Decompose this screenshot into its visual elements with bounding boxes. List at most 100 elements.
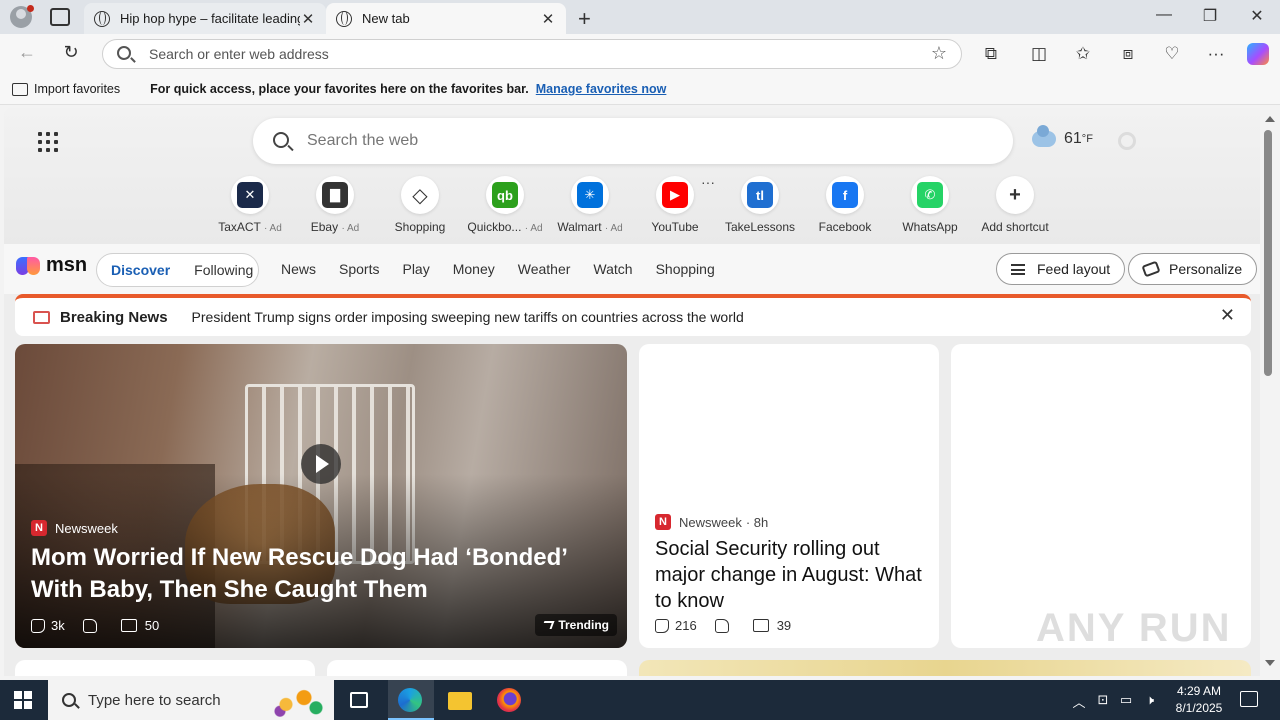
volume-icon[interactable]: 🕨 [1141,692,1159,708]
newsweek-logo-icon: N [655,514,671,530]
comments-button[interactable]: 50 [120,618,159,633]
nav-watch[interactable]: Watch [593,261,632,277]
network-icon[interactable]: ▭ [1117,692,1135,708]
nav-news[interactable]: News [281,261,316,277]
msn-logo[interactable]: msn [16,254,87,277]
shortcut-label: Quickbo... · Ad [462,220,548,234]
feed-layout-button[interactable]: Feed layout [996,253,1126,285]
shortcut-taxact[interactable]: ✕ TaxACT · Ad [207,176,293,234]
task-view-icon[interactable] [350,692,368,708]
tab-actions-icon[interactable] [50,8,70,26]
new-tab-plus-icon[interactable]: + [578,6,598,32]
news-card-stub[interactable] [327,660,627,676]
back-arrow-icon[interactable]: ← [14,42,40,63]
shortcut-label: Facebook [802,220,888,234]
dislike-button[interactable] [714,618,735,633]
notification-center-icon[interactable] [1240,691,1258,707]
comments-button[interactable]: 39 [752,618,791,633]
breaking-news-banner[interactable]: Breaking News President Trump signs orde… [15,294,1251,336]
news-card-social-security[interactable]: N Newsweek · 8h Social Security rolling … [639,344,939,648]
sign-in-button[interactable] [1176,132,1180,148]
nav-money[interactable]: Money [453,261,495,277]
close-banner-icon[interactable]: ✕ [1220,305,1235,326]
hero-news-card[interactable]: N Newsweek Mom Worried If New Rescue Dog… [15,344,627,648]
youtube-icon: ▶ [662,182,688,208]
web-search-box[interactable] [253,118,1013,164]
shortcut-walmart[interactable]: ✳ Walmart · Ad [547,176,633,234]
edge-browser-icon[interactable] [398,688,422,712]
taskbar-search-box[interactable]: Type here to search [48,680,334,720]
shortcut-facebook[interactable]: f Facebook [802,176,888,234]
card-headline[interactable]: Social Security rolling out major change… [655,536,925,614]
restore-icon[interactable]: ❐ [1195,6,1225,26]
minimize-icon[interactable]: — [1149,6,1179,24]
like-button[interactable]: 3k [31,618,65,633]
scrollbar-thumb[interactable] [1264,130,1272,376]
nav-weather[interactable]: Weather [518,261,571,277]
play-video-icon[interactable] [301,444,341,484]
more-options-icon[interactable]: ··· [1205,43,1227,65]
news-card-stub[interactable] [15,660,315,676]
scroll-down-arrow-icon[interactable] [1265,660,1275,666]
shortcut-add-shortcut[interactable]: + Add shortcut [972,176,1058,234]
show-hidden-icons-chevron-icon[interactable]: ︿ [1070,692,1088,711]
news-card-stub-awards[interactable] [639,660,1251,676]
manage-favorites-link[interactable]: Manage favorites now [536,82,667,96]
dislike-button[interactable] [82,618,103,633]
news-card-placeholder[interactable] [951,344,1251,648]
file-explorer-icon[interactable] [448,692,472,710]
plus-icon: + [1002,182,1028,208]
page-scrollbar[interactable] [1260,108,1280,676]
nav-shopping[interactable]: Shopping [656,261,715,277]
personalize-button[interactable]: Personalize [1128,253,1258,285]
nav-play[interactable]: Play [402,261,429,277]
close-window-icon[interactable]: ✕ [1242,6,1272,26]
extensions-puzzle-icon[interactable]: ⧉ [980,43,1002,65]
thumbs-up-icon [655,618,669,633]
settings-gear-icon[interactable] [1118,132,1136,150]
collections-icon[interactable]: ⧈ [1117,43,1139,65]
shortcut-whatsapp[interactable]: ✆ WhatsApp [887,176,973,234]
shortcut-shopping[interactable]: ◇ Shopping [377,176,463,234]
shortcut-tile: f [826,176,864,214]
comment-icon [120,619,137,632]
firefox-icon[interactable] [497,688,521,712]
close-tab-icon[interactable]: ✕ [300,10,316,28]
split-screen-icon[interactable]: ◫ [1028,43,1050,65]
tab-new-tab[interactable]: New tab ✕ [326,3,566,34]
copilot-icon[interactable] [1247,43,1269,65]
shortcut-ebay[interactable]: ▇ Ebay · Ad [292,176,378,234]
meet-now-icon[interactable]: ⊡ [1094,692,1112,708]
tab-following[interactable]: Following [194,262,253,278]
windows-start-icon[interactable] [14,691,32,709]
close-tab-icon[interactable]: ✕ [540,10,556,28]
shortcut-ad-label: · Ad [341,223,360,234]
weather-widget[interactable]: 61 °F [1032,125,1093,148]
scroll-up-arrow-icon[interactable] [1265,116,1275,122]
hero-source: N Newsweek [31,520,118,536]
apps-waffle-icon[interactable] [38,132,58,152]
weather-temperature: 61 [1064,130,1082,147]
breaking-news-headline[interactable]: President Trump signs order imposing swe… [192,309,744,325]
tab-discover[interactable]: Discover [111,262,170,278]
import-favorites-button[interactable]: Import favorites [12,82,120,96]
shortcut-tile: qb [486,176,524,214]
tab-hip-hop-hype[interactable]: Hip hop hype – facilitate leading- ✕ [84,3,326,34]
shortcut-quickbo[interactable]: qb Quickbo... · Ad [462,176,548,234]
shopping-tag-icon: ◇ [407,182,433,208]
shortcut-youtube[interactable]: ▶ YouTube [632,176,718,234]
refresh-icon[interactable]: ↻ [58,42,84,63]
browser-essentials-icon[interactable]: ♡ [1161,43,1183,65]
favorites-icon[interactable]: ✩ [1072,43,1094,65]
tab-title: Hip hop hype – facilitate leading- [120,11,300,26]
taskbar-clock[interactable]: 4:29 AM 8/1/2025 [1164,683,1234,717]
address-input[interactable] [149,45,909,63]
like-button[interactable]: 216 [655,618,697,633]
hero-headline[interactable]: Mom Worried If New Rescue Dog Had ‘Bonde… [31,542,621,606]
shortcut-ad-label: · Ad [264,223,282,234]
address-bar[interactable]: ☆ [102,39,962,69]
nav-sports[interactable]: Sports [339,261,379,277]
web-search-input[interactable] [307,131,987,151]
favorite-star-icon[interactable]: ☆ [931,43,947,64]
shortcut-takelessons[interactable]: tl TakeLessons [717,176,803,234]
